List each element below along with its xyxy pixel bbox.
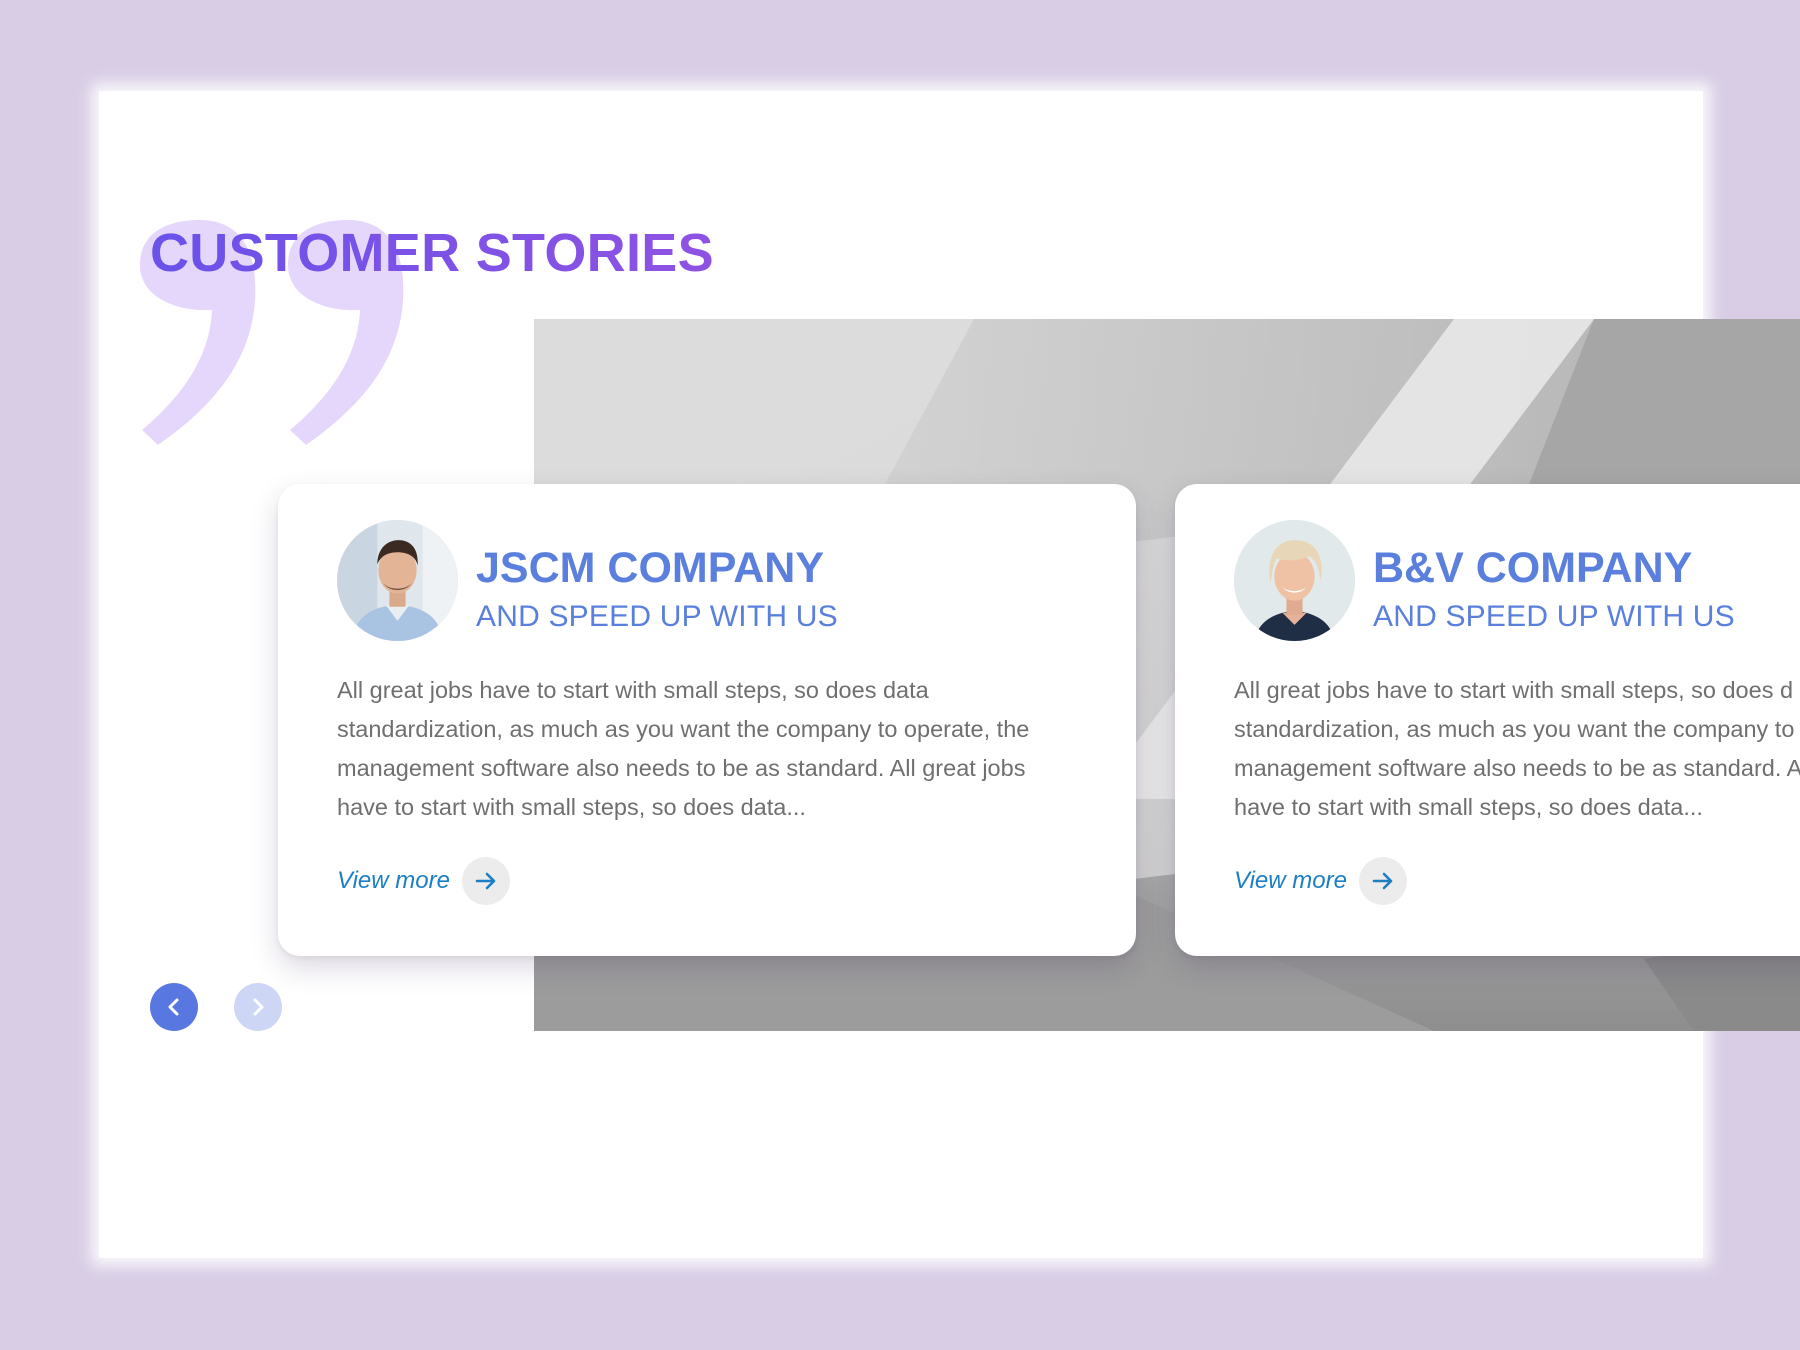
avatar <box>337 520 458 641</box>
description-line: All great jobs have to start with small … <box>337 677 929 703</box>
carousel-next-button[interactable] <box>234 983 282 1031</box>
section-title: CUSTOMER STORIES <box>150 223 714 283</box>
company-name: B&V COMPANY <box>1373 544 1693 592</box>
page-stage: CUSTOMER STORIES JSCM COMPANY AND SPEED … <box>0 0 1800 1350</box>
description-line: management software also needs to be as … <box>337 755 1026 781</box>
company-tagline: AND SPEED UP WITH US <box>476 600 838 633</box>
description-line: standardization, as much as you want the… <box>1234 716 1795 742</box>
company-name: JSCM COMPANY <box>476 544 825 592</box>
carousel-prev-button[interactable] <box>150 983 198 1031</box>
description-line: management software also needs to be as … <box>1234 755 1800 781</box>
story-card: B&V COMPANY AND SPEED UP WITH US All gre… <box>1175 484 1800 956</box>
view-more-label: View more <box>1234 867 1347 894</box>
description-line: have to start with small steps, so does … <box>1234 794 1703 820</box>
arrow-right-icon[interactable] <box>1358 857 1407 905</box>
story-description: All great jobs have to start with small … <box>337 671 1077 827</box>
avatar <box>1234 520 1355 641</box>
story-card: JSCM COMPANY AND SPEED UP WITH US All gr… <box>278 484 1136 956</box>
quotation-mark-icon <box>140 220 404 445</box>
description-line: standardization, as much as you want the… <box>337 716 1030 742</box>
view-more-link[interactable]: View more <box>337 856 510 906</box>
view-more-label: View more <box>337 867 450 894</box>
chevron-right-icon <box>253 998 264 1016</box>
description-line: All great jobs have to start with small … <box>1234 677 1794 703</box>
story-description: All great jobs have to start with small … <box>1234 671 1800 827</box>
description-line: have to start with small steps, so does … <box>337 794 806 820</box>
view-more-link[interactable]: View more <box>1234 856 1407 906</box>
company-tagline: AND SPEED UP WITH US <box>1373 600 1735 633</box>
arrow-right-icon[interactable] <box>461 857 510 905</box>
chevron-left-icon <box>168 998 179 1016</box>
